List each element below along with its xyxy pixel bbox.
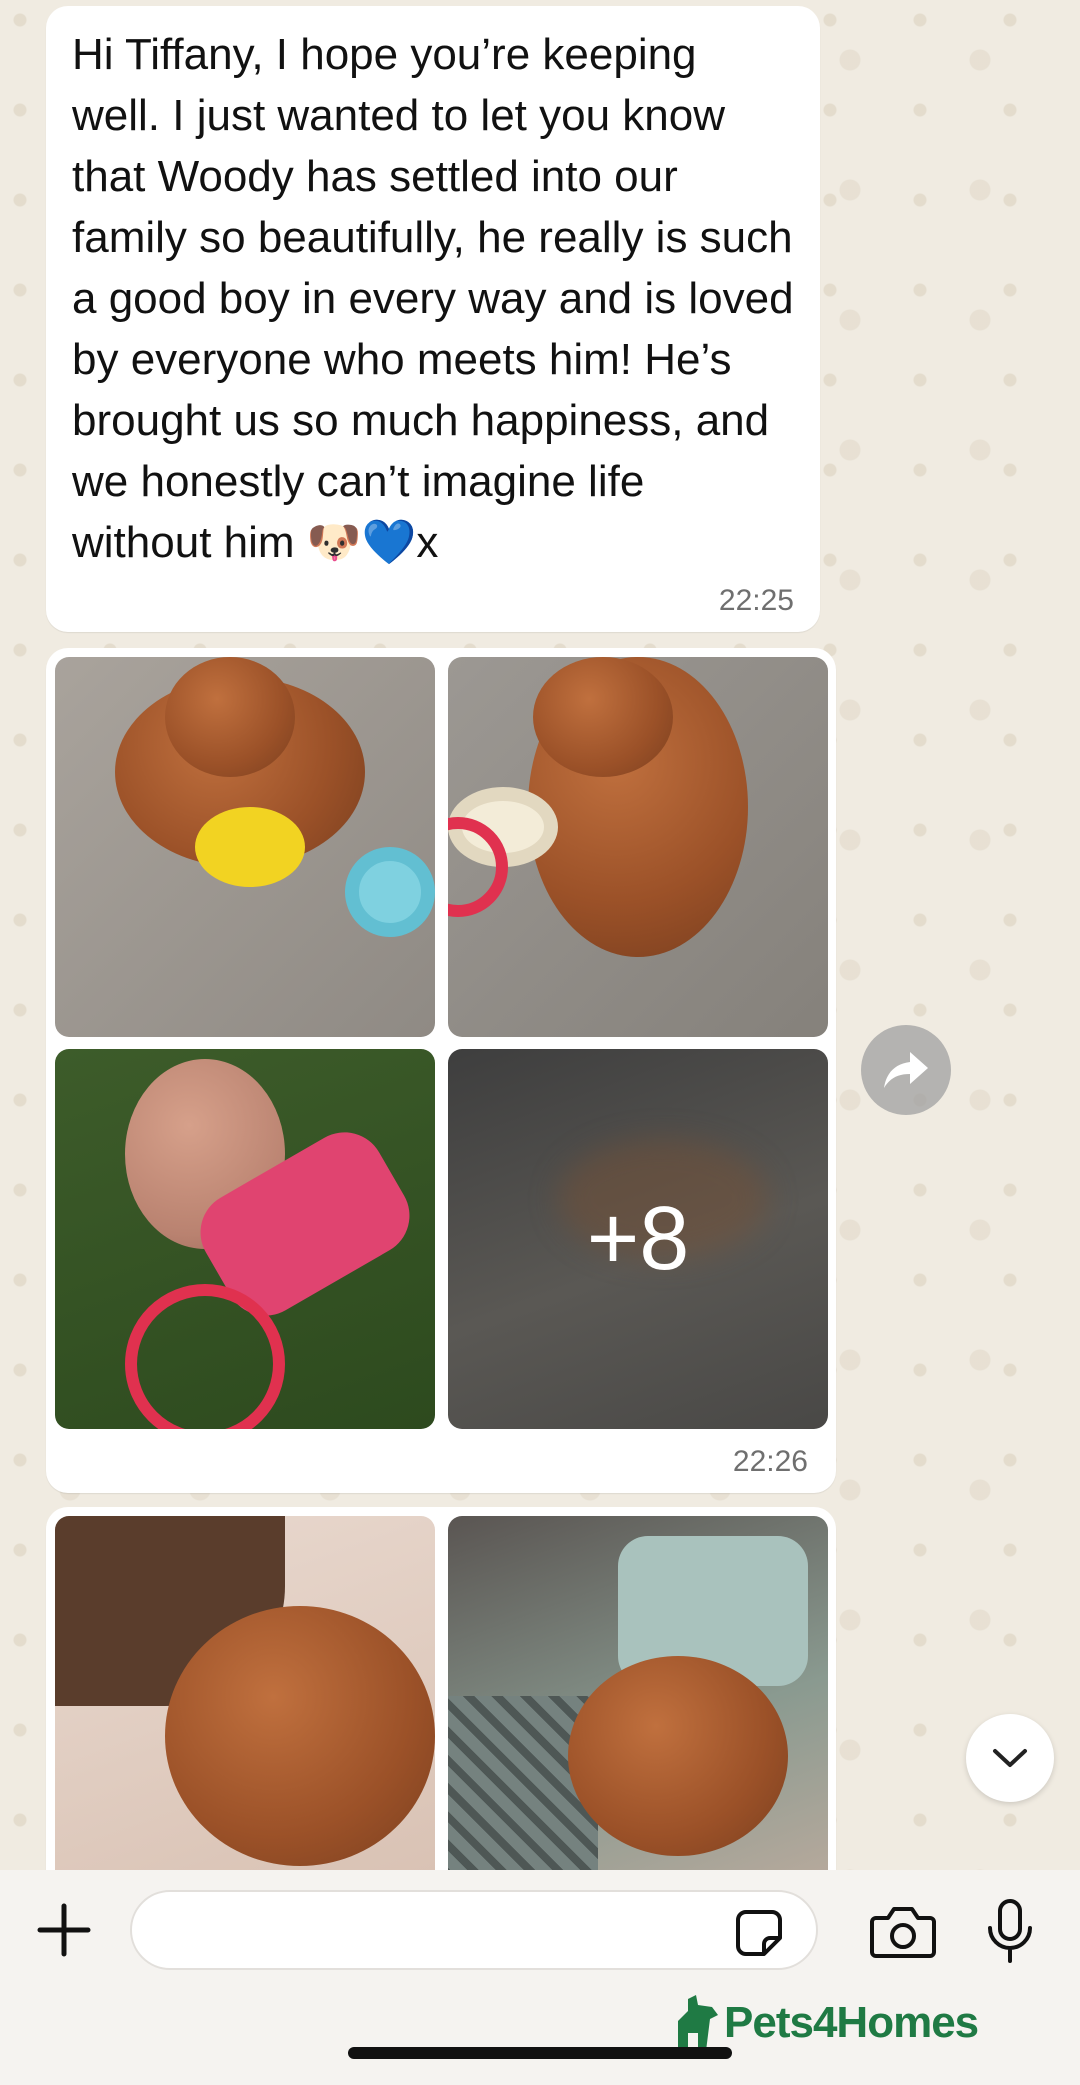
message-input[interactable]: [130, 1890, 818, 1970]
more-photos-count: +8: [586, 1188, 690, 1289]
photo-thumbnail[interactable]: [448, 657, 828, 1037]
dog-logo-icon: [678, 1995, 718, 2051]
forward-button[interactable]: [861, 1025, 951, 1115]
photo-thumbnail[interactable]: [55, 1516, 435, 1876]
photo-thumbnail[interactable]: [448, 1516, 828, 1876]
plus-icon[interactable]: [34, 1900, 94, 1960]
chevron-down-icon: [993, 1749, 1027, 1767]
message-text: Hi Tiffany, I hope you’re keeping well. …: [72, 30, 806, 567]
photo-thumbnail[interactable]: [55, 657, 435, 1037]
forward-arrow-icon: [884, 1052, 928, 1088]
sticker-icon[interactable]: [734, 1908, 784, 1958]
photo-thumbnail-more[interactable]: +8: [448, 1049, 828, 1429]
photo-thumbnail[interactable]: [55, 1049, 435, 1429]
message-bubble-media-album[interactable]: +8 22:26: [46, 648, 836, 1493]
home-indicator[interactable]: [348, 2047, 732, 2059]
message-bubble-media-album[interactable]: [46, 1507, 836, 1887]
scroll-to-bottom-button[interactable]: [966, 1714, 1054, 1802]
microphone-icon[interactable]: [985, 1898, 1035, 1964]
camera-icon[interactable]: [870, 1904, 936, 1958]
message-bubble-text[interactable]: Hi Tiffany, I hope you’re keeping well. …: [46, 6, 820, 632]
message-timestamp: 22:25: [718, 584, 794, 617]
watermark-brand: Pets4Homes: [724, 1998, 979, 2047]
message-timestamp: 22:26: [732, 1445, 808, 1478]
